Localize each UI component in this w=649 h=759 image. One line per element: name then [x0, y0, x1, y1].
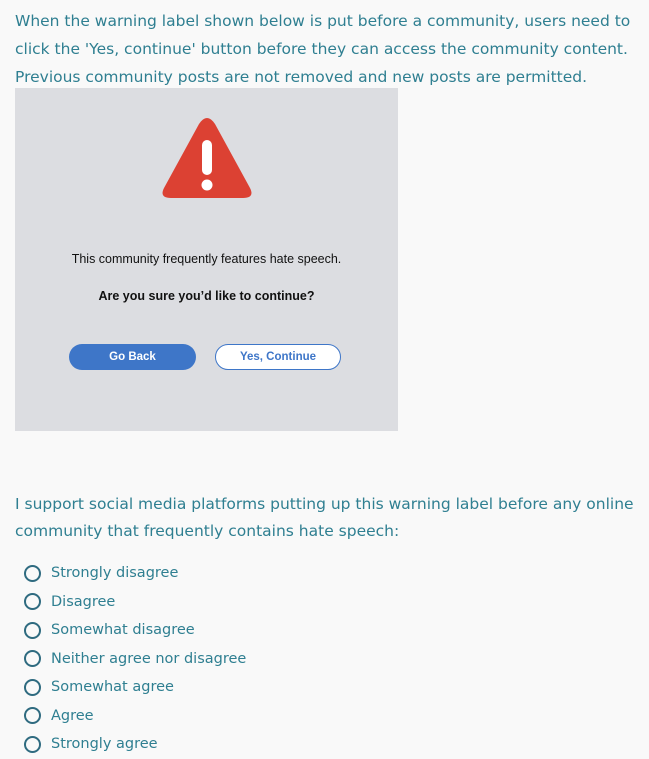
option-somewhat-disagree[interactable]: Somewhat disagree	[24, 616, 246, 645]
radio-button[interactable]	[24, 650, 41, 668]
option-strongly-agree[interactable]: Strongly agree	[24, 730, 246, 759]
yes-continue-button[interactable]: Yes, Continue	[215, 344, 341, 370]
warning-prompt: Are you sure you’d like to continue?	[98, 289, 315, 303]
radio-button[interactable]	[24, 678, 41, 696]
option-label: Agree	[51, 707, 94, 724]
warning-triangle-icon	[161, 118, 253, 200]
answer-options: Strongly disagree Disagree Somewhat disa…	[24, 559, 246, 759]
option-somewhat-agree[interactable]: Somewhat agree	[24, 673, 246, 702]
radio-button[interactable]	[24, 707, 41, 725]
go-back-button[interactable]: Go Back	[69, 344, 196, 370]
warning-message: This community frequently features hate …	[71, 252, 342, 266]
option-disagree[interactable]: Disagree	[24, 588, 246, 617]
intro-text: When the warning label shown below is pu…	[15, 12, 631, 86]
radio-button[interactable]	[24, 735, 41, 753]
option-strongly-disagree[interactable]: Strongly disagree	[24, 559, 246, 588]
survey-question: I support social media platforms putting…	[15, 495, 634, 540]
radio-button[interactable]	[24, 593, 41, 611]
option-label: Neither agree nor disagree	[51, 650, 247, 667]
radio-button[interactable]	[24, 621, 41, 639]
option-label: Disagree	[51, 593, 116, 610]
option-label: Somewhat agree	[51, 679, 174, 696]
radio-button[interactable]	[24, 564, 41, 582]
warning-label-image: This community frequently features hate …	[15, 88, 398, 431]
option-label: Strongly disagree	[51, 565, 179, 582]
option-agree[interactable]: Agree	[24, 702, 246, 731]
option-label: Strongly agree	[51, 736, 158, 753]
option-neither-agree-nor-disagree[interactable]: Neither agree nor disagree	[24, 645, 246, 674]
option-label: Somewhat disagree	[51, 622, 195, 639]
